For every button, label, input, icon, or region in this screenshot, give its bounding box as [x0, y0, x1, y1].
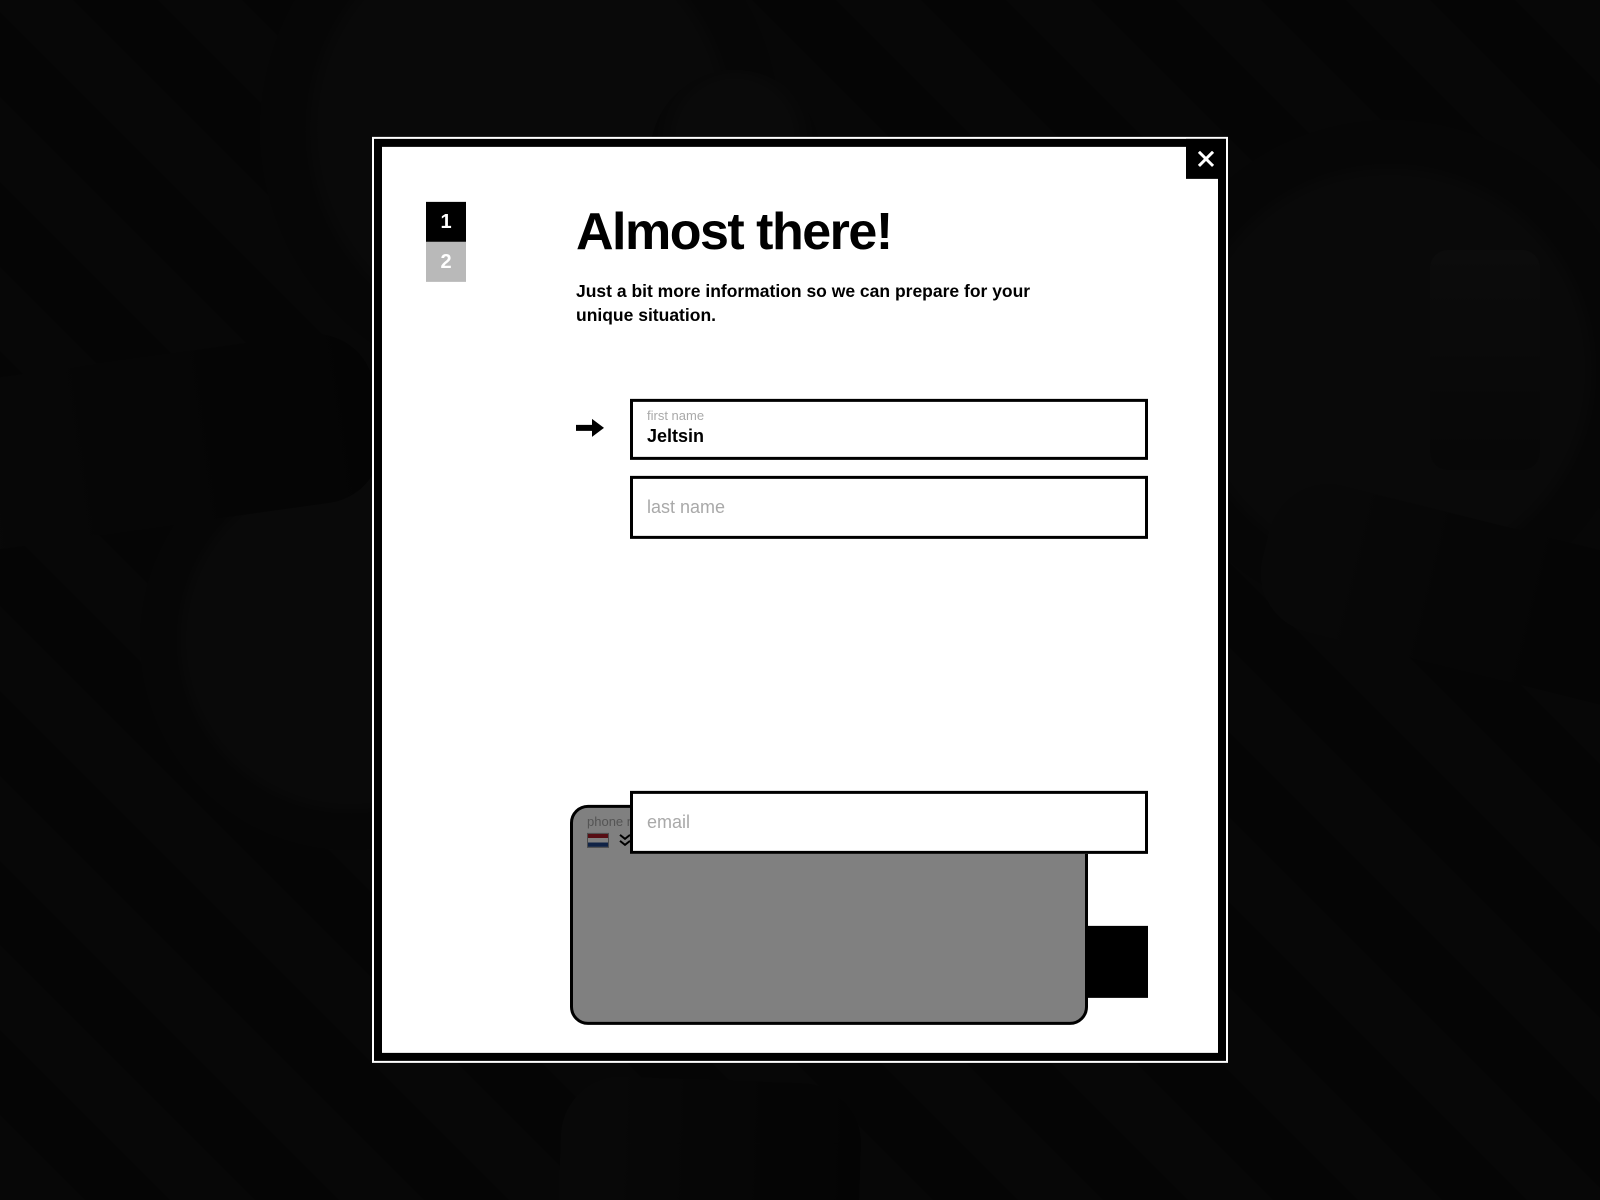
onboarding-card: 1 2 Almost there! Just a bit more inform…	[374, 139, 1226, 1061]
close-button[interactable]	[1186, 139, 1226, 179]
flag-netherlands-icon[interactable]	[587, 833, 609, 848]
first-name-field[interactable]: first name	[630, 399, 1148, 460]
close-icon	[1198, 151, 1214, 167]
step-indicator: 1 2	[426, 202, 466, 282]
form: first name phone number	[576, 399, 1148, 854]
step-2[interactable]: 2	[426, 242, 466, 282]
step-1[interactable]: 1	[426, 202, 466, 242]
first-name-input[interactable]	[633, 402, 1145, 457]
first-name-label: first name	[647, 408, 704, 423]
last-name-field[interactable]	[630, 476, 1148, 539]
email-input[interactable]	[633, 794, 1145, 851]
email-field[interactable]	[630, 791, 1148, 854]
page-subtitle: Just a bit more information so we can pr…	[576, 280, 1036, 327]
arrow-right-icon	[576, 417, 604, 439]
last-name-input[interactable]	[633, 479, 1145, 536]
page-title: Almost there!	[576, 202, 1148, 262]
